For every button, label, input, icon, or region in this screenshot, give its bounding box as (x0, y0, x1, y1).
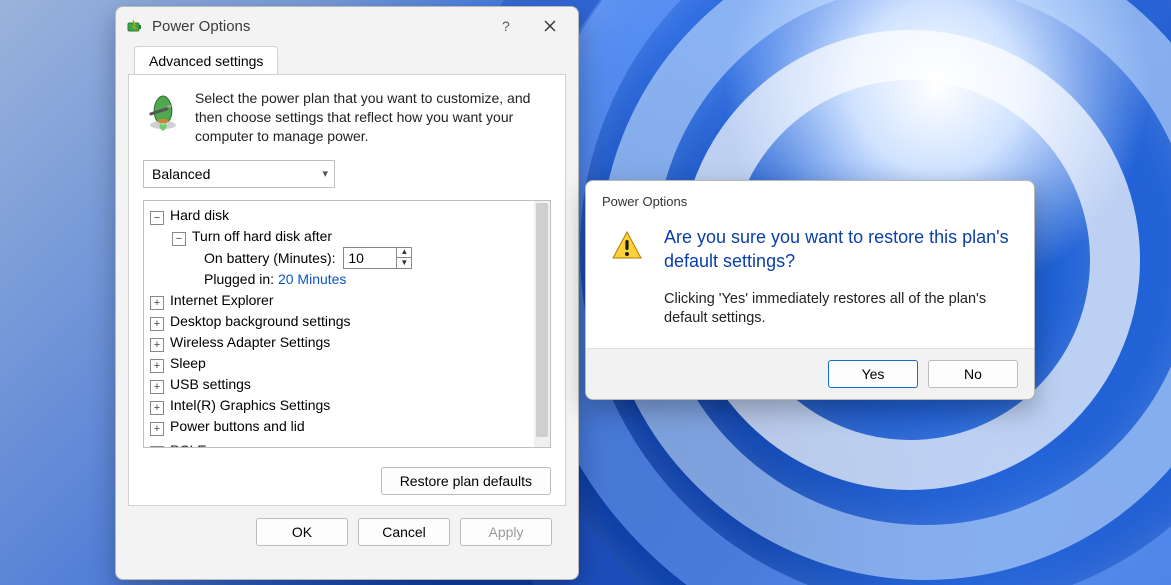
yes-button[interactable]: Yes (828, 360, 918, 388)
confirm-restore-dialog: Power Options Are you sure you want to r… (585, 180, 1035, 400)
svg-text:?: ? (502, 19, 510, 33)
power-plan-selected: Balanced (152, 166, 210, 182)
power-options-icon (126, 17, 144, 35)
tree-node-on-battery[interactable]: On battery (Minutes): ▲ ▼ (150, 247, 530, 269)
restore-plan-defaults-button[interactable]: Restore plan defaults (381, 467, 551, 495)
tree-node-pci-express[interactable]: +PCI Express (150, 440, 530, 447)
plugged-in-value-link[interactable]: 20 Minutes (278, 271, 346, 287)
warning-icon (610, 229, 644, 263)
advanced-settings-panel: Select the power plan that you want to c… (128, 74, 566, 506)
confirm-titlebar[interactable]: Power Options (586, 181, 1034, 217)
expand-icon[interactable]: + (150, 317, 164, 331)
chevron-down-icon: ▾ (322, 167, 328, 180)
confirm-heading: Are you sure you want to restore this pl… (664, 225, 1010, 274)
expand-icon[interactable]: + (150, 446, 164, 447)
expand-icon[interactable]: + (150, 422, 164, 436)
on-battery-minutes-input[interactable] (344, 249, 396, 267)
collapse-icon[interactable]: − (150, 211, 164, 225)
tree-node-hard-disk[interactable]: −Hard disk (150, 205, 530, 226)
tree-node-desktop-background[interactable]: +Desktop background settings (150, 311, 530, 332)
cancel-button[interactable]: Cancel (358, 518, 450, 546)
panel-description: Select the power plan that you want to c… (195, 89, 551, 146)
expand-icon[interactable]: + (150, 359, 164, 373)
no-button[interactable]: No (928, 360, 1018, 388)
power-plan-select[interactable]: Balanced ▾ (143, 160, 335, 188)
collapse-icon[interactable]: − (172, 232, 186, 246)
scrollbar-thumb[interactable] (536, 203, 548, 437)
confirm-title: Power Options (602, 194, 687, 209)
expand-icon[interactable]: + (150, 380, 164, 394)
tree-node-intel-graphics[interactable]: +Intel(R) Graphics Settings (150, 395, 530, 416)
help-button[interactable]: ? (484, 11, 528, 41)
tree-node-wireless-adapter[interactable]: +Wireless Adapter Settings (150, 332, 530, 353)
tree-node-turn-off-hard-disk[interactable]: −Turn off hard disk after (150, 226, 530, 247)
tree-scrollbar[interactable] (534, 201, 550, 447)
spinner-down-button[interactable]: ▼ (397, 258, 411, 268)
power-options-dialog: Power Options ? Advanced settings (115, 6, 579, 580)
apply-button[interactable]: Apply (460, 518, 552, 546)
window-title: Power Options (152, 18, 250, 35)
ok-button[interactable]: OK (256, 518, 348, 546)
on-battery-minutes-stepper[interactable]: ▲ ▼ (343, 247, 412, 269)
confirm-body: Clicking 'Yes' immediately restores all … (664, 290, 1010, 329)
tree-node-internet-explorer[interactable]: +Internet Explorer (150, 290, 530, 311)
tree-node-usb[interactable]: +USB settings (150, 374, 530, 395)
titlebar[interactable]: Power Options ? (116, 7, 578, 45)
tab-advanced-settings[interactable]: Advanced settings (134, 46, 278, 75)
tree-node-sleep[interactable]: +Sleep (150, 353, 530, 374)
expand-icon[interactable]: + (150, 338, 164, 352)
tree-node-power-buttons[interactable]: +Power buttons and lid (150, 416, 530, 437)
settings-tree: −Hard disk −Turn off hard disk after On … (143, 200, 551, 448)
expand-icon[interactable]: + (150, 296, 164, 310)
spinner-up-button[interactable]: ▲ (397, 247, 411, 258)
tree-node-plugged-in[interactable]: Plugged in: 20 Minutes (150, 269, 530, 290)
power-plan-icon (143, 89, 183, 135)
close-button[interactable] (528, 11, 572, 41)
expand-icon[interactable]: + (150, 401, 164, 415)
